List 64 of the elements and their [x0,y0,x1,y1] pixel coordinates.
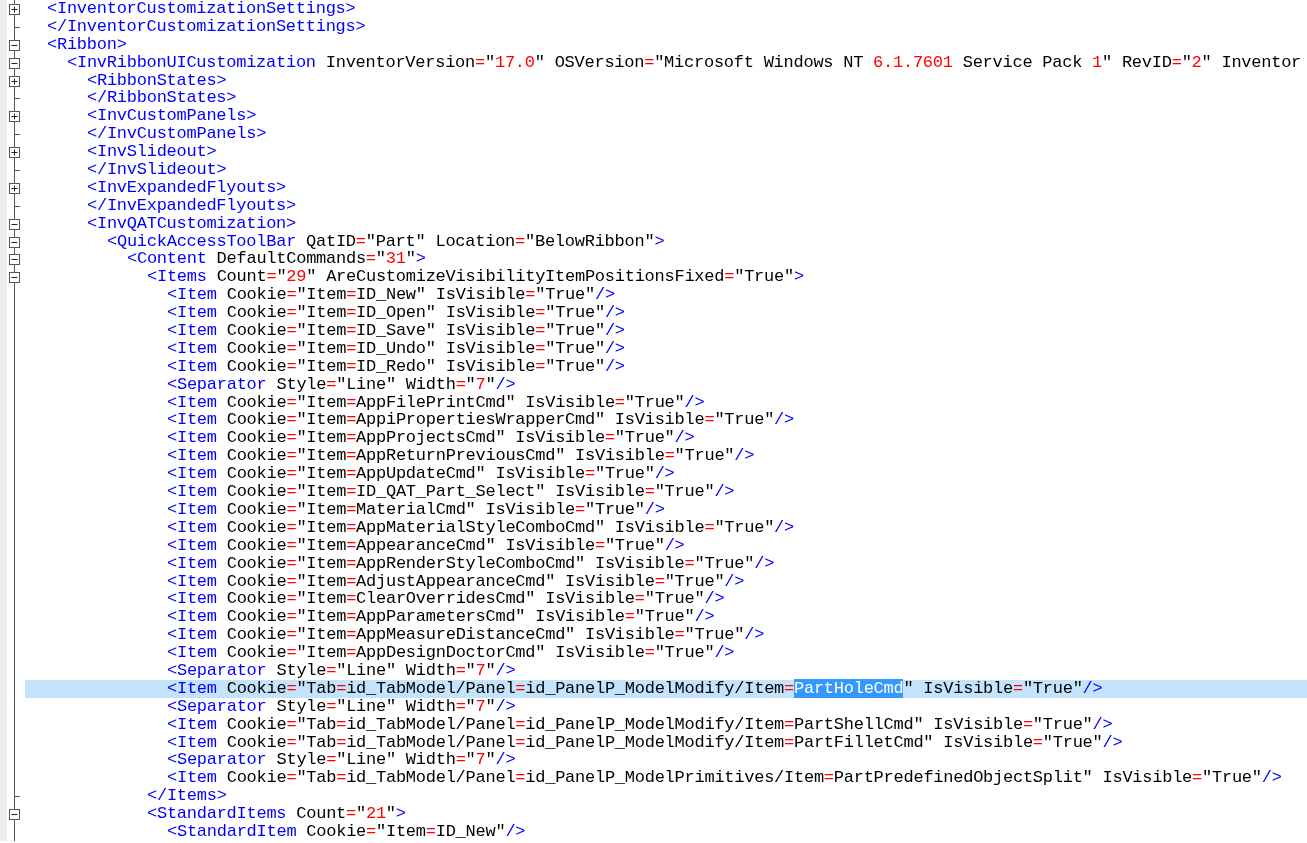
expand-icon[interactable] [9,107,20,126]
code-line: <StandardItem Cookie="Item=ID_New"/> [167,822,526,841]
collapse-icon[interactable] [9,250,20,269]
code-line: <Item Cookie="Tab=id_TabModel/Panel=id_PanelP_ModelPrimitives/Item=PartPredefinedObjectSplit" IsVisible="True"/> [167,769,1282,788]
code-line: <InvExpandedFlyouts> [87,178,287,197]
fold-end-icon [14,125,20,144]
collapse-icon[interactable] [9,53,20,72]
code-line: <InvRibbonUICustomization InventorVersion="17.0" OSVersion="Microsoft Windows NT 6.1.7601 Service Pack 1" RevID="2" Inventor [67,53,1302,72]
fold-end-icon [14,196,20,215]
code-line: </Items> [147,787,227,806]
code-line: <Ribbon> [47,35,127,54]
expand-icon[interactable] [9,178,20,197]
code-line: <Separator Style="Line" Width="7"/> [167,375,516,394]
collapse-icon[interactable] [9,805,20,823]
code-line: <Item Cookie="Item=ID_Redo" IsVisible="True"/> [167,357,625,376]
code-line: <RibbonStates> [87,71,227,90]
collapse-icon[interactable] [9,214,20,233]
expand-icon[interactable] [9,0,20,18]
code-line: <Item Cookie="Item=AppMeasureDistanceCmd" IsVisible="True"/> [167,626,765,645]
expand-icon[interactable] [9,143,20,161]
code-line: <InventorCustomizationSettings> [47,0,356,18]
fold-end-icon [14,17,20,36]
code-line: <Separator Style="Line" Width="7"/> [167,751,516,770]
code-line: </InvCustomPanels> [87,125,267,144]
code-line: <Item Cookie="Item=AppFilePrintCmd" IsVisible="True"/> [167,393,705,412]
code-line: <Item Cookie="Item=AppParametersCmd" IsVisible="True"/> [167,608,715,627]
code-line: <InvQATCustomization> [87,214,296,233]
code-line: <Content DefaultCommands="31"> [127,250,426,269]
code-line: <Item Cookie="Tab=id_TabModel/Panel=id_PanelP_ModelModify/Item=PartShellCmd" IsVisible="True"/> [167,715,1113,734]
code-line: </InventorCustomizationSettings> [47,17,366,36]
code-line: <Item Cookie="Item=ID_QAT_Part_Select" IsVisible="True"/> [167,483,735,501]
code-line: <Item Cookie="Item=ID_Save" IsVisible="True"/> [167,322,625,340]
code-line: <Item Cookie="Tab=id_TabModel/Panel=id_PanelP_ModelModify/Item=PartFilletCmd" IsVisible="True"/> [167,733,1123,752]
code-line: </InvSlideout> [87,161,227,179]
code-line: <Item Cookie="Item=ID_Open" IsVisible="True"/> [167,304,625,323]
code-line: <StandardItems Count="21"> [147,805,406,823]
code-line: <InvCustomPanels> [87,107,257,126]
code-line: <Item Cookie="Tab=id_TabModel/Panel=id_PanelP_ModelModify/Item=PartHoleCmd" IsVisible="True"/> [167,679,1103,698]
code-line: <Item Cookie="Item=AppDesignDoctorCmd" IsVisible="True"/> [167,644,735,662]
code-line: <Item Cookie="Item=ID_Undo" IsVisible="True"/> [167,339,625,358]
expand-icon[interactable] [9,71,20,90]
code-line: </RibbonStates> [87,89,237,108]
collapse-icon[interactable] [9,268,20,287]
code-line: <Item Cookie="Item=AppRenderStyleComboCmd" IsVisible="True"/> [167,554,775,573]
code-line: <Item Cookie="Item=AppearanceCmd" IsVisible="True"/> [167,536,685,555]
code-line: <InvSlideout> [87,143,217,161]
code-line: <Separator Style="Line" Width="7"/> [167,661,516,680]
code-line: <Item Cookie="Item=AppReturnPreviousCmd" IsVisible="True"/> [167,447,755,466]
code-line: <QuickAccessToolBar QatID="Part" Location="BelowRibbon"> [107,232,665,251]
fold-end-icon [14,161,20,179]
code-line: <Item Cookie="Item=AppMaterialStyleComboCmd" IsVisible="True"/> [167,518,794,537]
code-line: <Separator Style="Line" Width="7"/> [167,697,516,716]
collapse-icon[interactable] [9,232,20,251]
code-line: <Item Cookie="Item=AppUpdateCmd" IsVisible="True"/> [167,465,675,484]
collapse-icon[interactable] [9,35,20,54]
fold-end-icon [14,89,20,108]
code-line: <Item Cookie="Item=ID_New" IsVisible="True"/> [167,286,615,305]
code-line: <Item Cookie="Item=ClearOverridesCmd" IsVisible="True"/> [167,590,725,609]
code-line: <Items Count="29" AreCustomizeVisibilityItemPositionsFixed="True"> [147,268,804,287]
code-line: <Item Cookie="Item=AdjustAppearanceCmd" IsVisible="True"/> [167,572,745,591]
code-line: <Item Cookie="Item=MaterialCmd" IsVisible="True"/> [167,500,665,519]
code-line: </InvExpandedFlyouts> [87,196,296,215]
code-line: <Item Cookie="Item=AppProjectsCmd" IsVisible="True"/> [167,429,695,448]
code-line: <Item Cookie="Item=AppiPropertiesWrapperCmd" IsVisible="True"/> [167,411,794,430]
